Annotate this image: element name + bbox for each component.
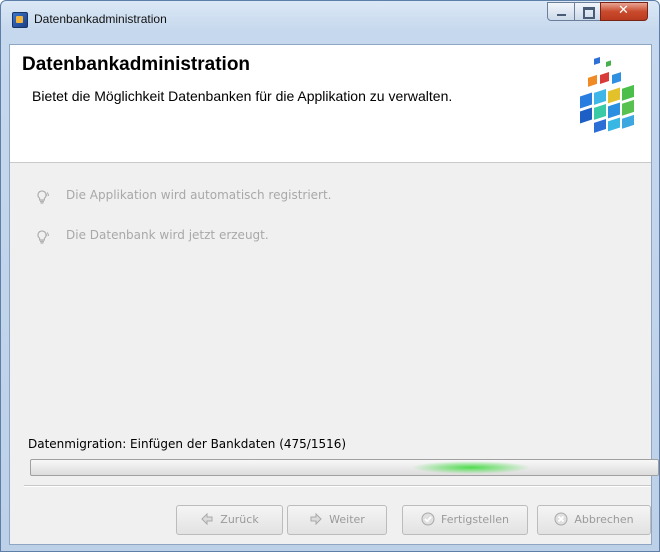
finish-button-label: Fertigstellen <box>440 513 510 526</box>
next-button[interactable]: Weiter <box>287 505 387 535</box>
page-title: Datenbankadministration <box>22 54 251 75</box>
arrow-left-icon <box>201 512 213 526</box>
wizard-window: Datenbankadministration ✕ Datenbankadmin… <box>0 0 660 552</box>
page-description: Bietet die Möglichkeit Datenbanken für d… <box>32 88 453 104</box>
close-icon: ✕ <box>618 3 629 18</box>
cancel-icon <box>554 512 568 526</box>
window-title: Datenbankadministration <box>34 12 167 26</box>
back-button-label: Zurück <box>220 513 259 526</box>
cancel-button[interactable]: Abbrechen <box>537 505 651 535</box>
finish-button[interactable]: Fertigstellen <box>402 505 528 535</box>
step-label: Die Applikation wird automatisch registr… <box>66 188 332 202</box>
step-label: Die Datenbank wird jetzt erzeugt. <box>66 228 269 242</box>
divider <box>24 485 651 487</box>
wizard-client-area: Datenbankadministration Bietet die Mögli… <box>9 44 659 545</box>
app-icon <box>12 12 28 28</box>
arrow-right-icon <box>310 512 322 526</box>
maximize-icon <box>583 7 595 19</box>
lightbulb-icon <box>37 190 49 204</box>
title-bar[interactable]: Datenbankadministration ✕ <box>1 1 659 35</box>
minimize-icon <box>557 14 566 16</box>
status-text: Datenmigration: Einfügen der Bankdaten (… <box>28 437 347 451</box>
cancel-button-label: Abbrechen <box>574 513 634 526</box>
progress-bar <box>30 459 659 476</box>
next-button-label: Weiter <box>329 513 365 526</box>
close-button[interactable]: ✕ <box>600 2 648 21</box>
database-banner-icon <box>580 56 634 133</box>
maximize-button[interactable] <box>574 2 601 21</box>
back-button[interactable]: Zurück <box>176 505 283 535</box>
progress-indicator <box>411 461 531 474</box>
lightbulb-icon <box>37 230 49 244</box>
wizard-header: Datenbankadministration Bietet die Mögli… <box>10 45 651 163</box>
minimize-button[interactable] <box>547 2 575 21</box>
checkmark-icon <box>421 512 435 526</box>
